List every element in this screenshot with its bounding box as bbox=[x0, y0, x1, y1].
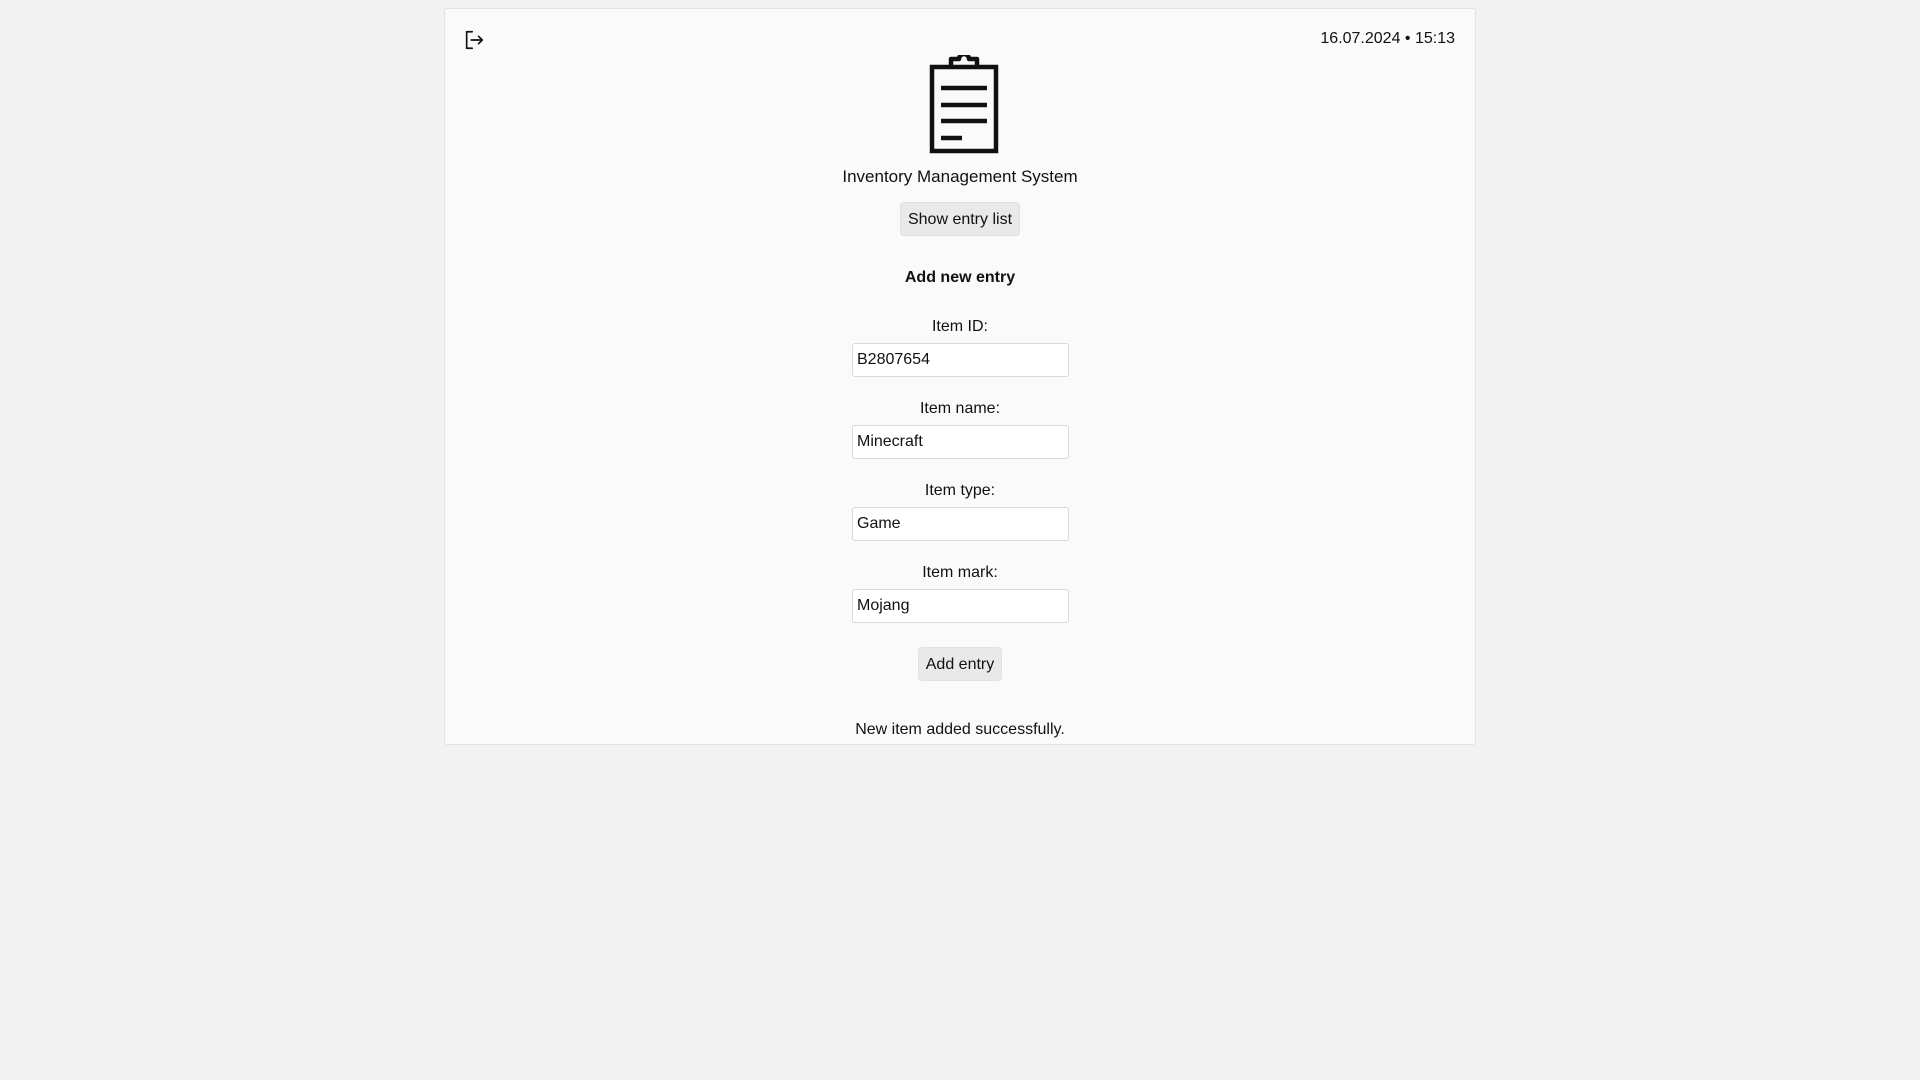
item-type-label: Item type: bbox=[924, 482, 996, 499]
item-id-input[interactable] bbox=[852, 343, 1069, 377]
add-entry-button[interactable]: Add entry bbox=[917, 647, 1003, 681]
status-message: New item added successfully. bbox=[855, 721, 1065, 738]
item-name-input[interactable] bbox=[852, 425, 1069, 459]
main-card: 16.07.2024 • 15:13 Inventory Management … bbox=[444, 8, 1476, 745]
item-mark-label: Item mark: bbox=[922, 564, 998, 581]
form-title: Add new entry bbox=[904, 269, 1016, 286]
clipboard-icon bbox=[929, 55, 999, 154]
datetime-display: 16.07.2024 • 15:13 bbox=[1320, 30, 1455, 47]
app-title: Inventory Management System bbox=[842, 167, 1078, 186]
item-id-label: Item ID: bbox=[931, 318, 988, 335]
item-type-input[interactable] bbox=[852, 507, 1069, 541]
show-entry-list-button[interactable]: Show entry list bbox=[899, 202, 1021, 236]
logout-icon bbox=[465, 30, 484, 50]
item-mark-input[interactable] bbox=[852, 589, 1069, 623]
item-name-label: Item name: bbox=[919, 400, 1001, 417]
logout-button[interactable] bbox=[461, 27, 487, 53]
